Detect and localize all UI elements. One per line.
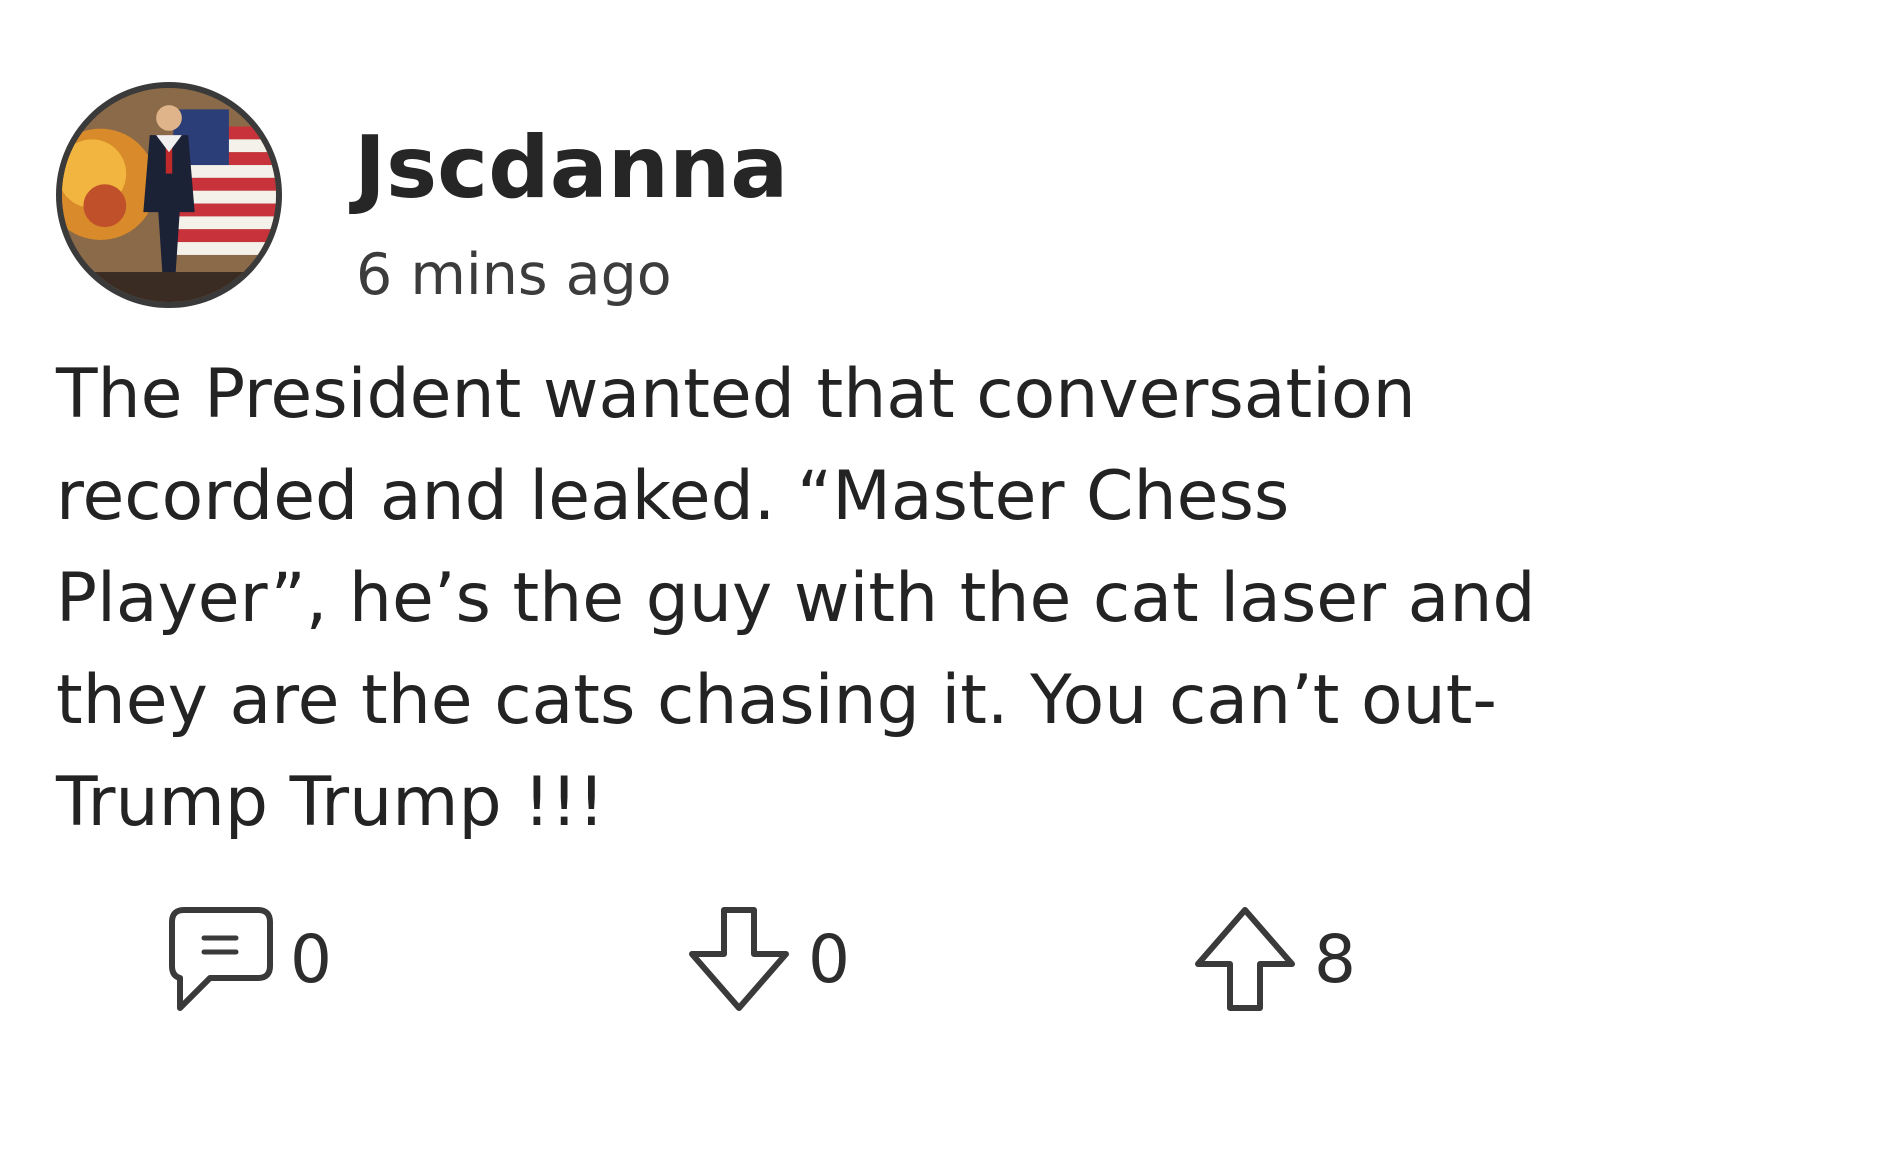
post-body: The President wanted that conversation r… xyxy=(56,344,1836,854)
upvote-button[interactable]: 8 xyxy=(1190,900,1356,1020)
post-body-line: The President wanted that conversation xyxy=(56,355,1416,434)
comment-button[interactable]: 0 xyxy=(166,900,332,1020)
arrow-down-icon xyxy=(684,904,794,1016)
comment-count: 0 xyxy=(290,921,332,998)
username[interactable]: Jscdanna xyxy=(354,118,788,218)
post-card: Jscdanna 6 mins ago The President wanted… xyxy=(0,0,1879,1156)
downvote-count: 0 xyxy=(808,921,850,998)
comment-bubble-icon xyxy=(166,904,276,1016)
arrow-up-icon xyxy=(1190,904,1300,1016)
avatar-image xyxy=(62,88,276,302)
downvote-button[interactable]: 0 xyxy=(684,900,850,1020)
user-avatar[interactable] xyxy=(56,82,282,308)
upvote-count: 8 xyxy=(1314,921,1356,998)
post-body-line: they are the cats chasing it. You can’t … xyxy=(56,661,1497,740)
post-body-line: Player”, he’s the guy with the cat laser… xyxy=(56,559,1536,638)
post-timestamp: 6 mins ago xyxy=(356,242,672,308)
post-body-line: recorded and leaked. “Master Chess xyxy=(56,457,1290,536)
post-body-line: Trump Trump !!! xyxy=(56,763,606,842)
